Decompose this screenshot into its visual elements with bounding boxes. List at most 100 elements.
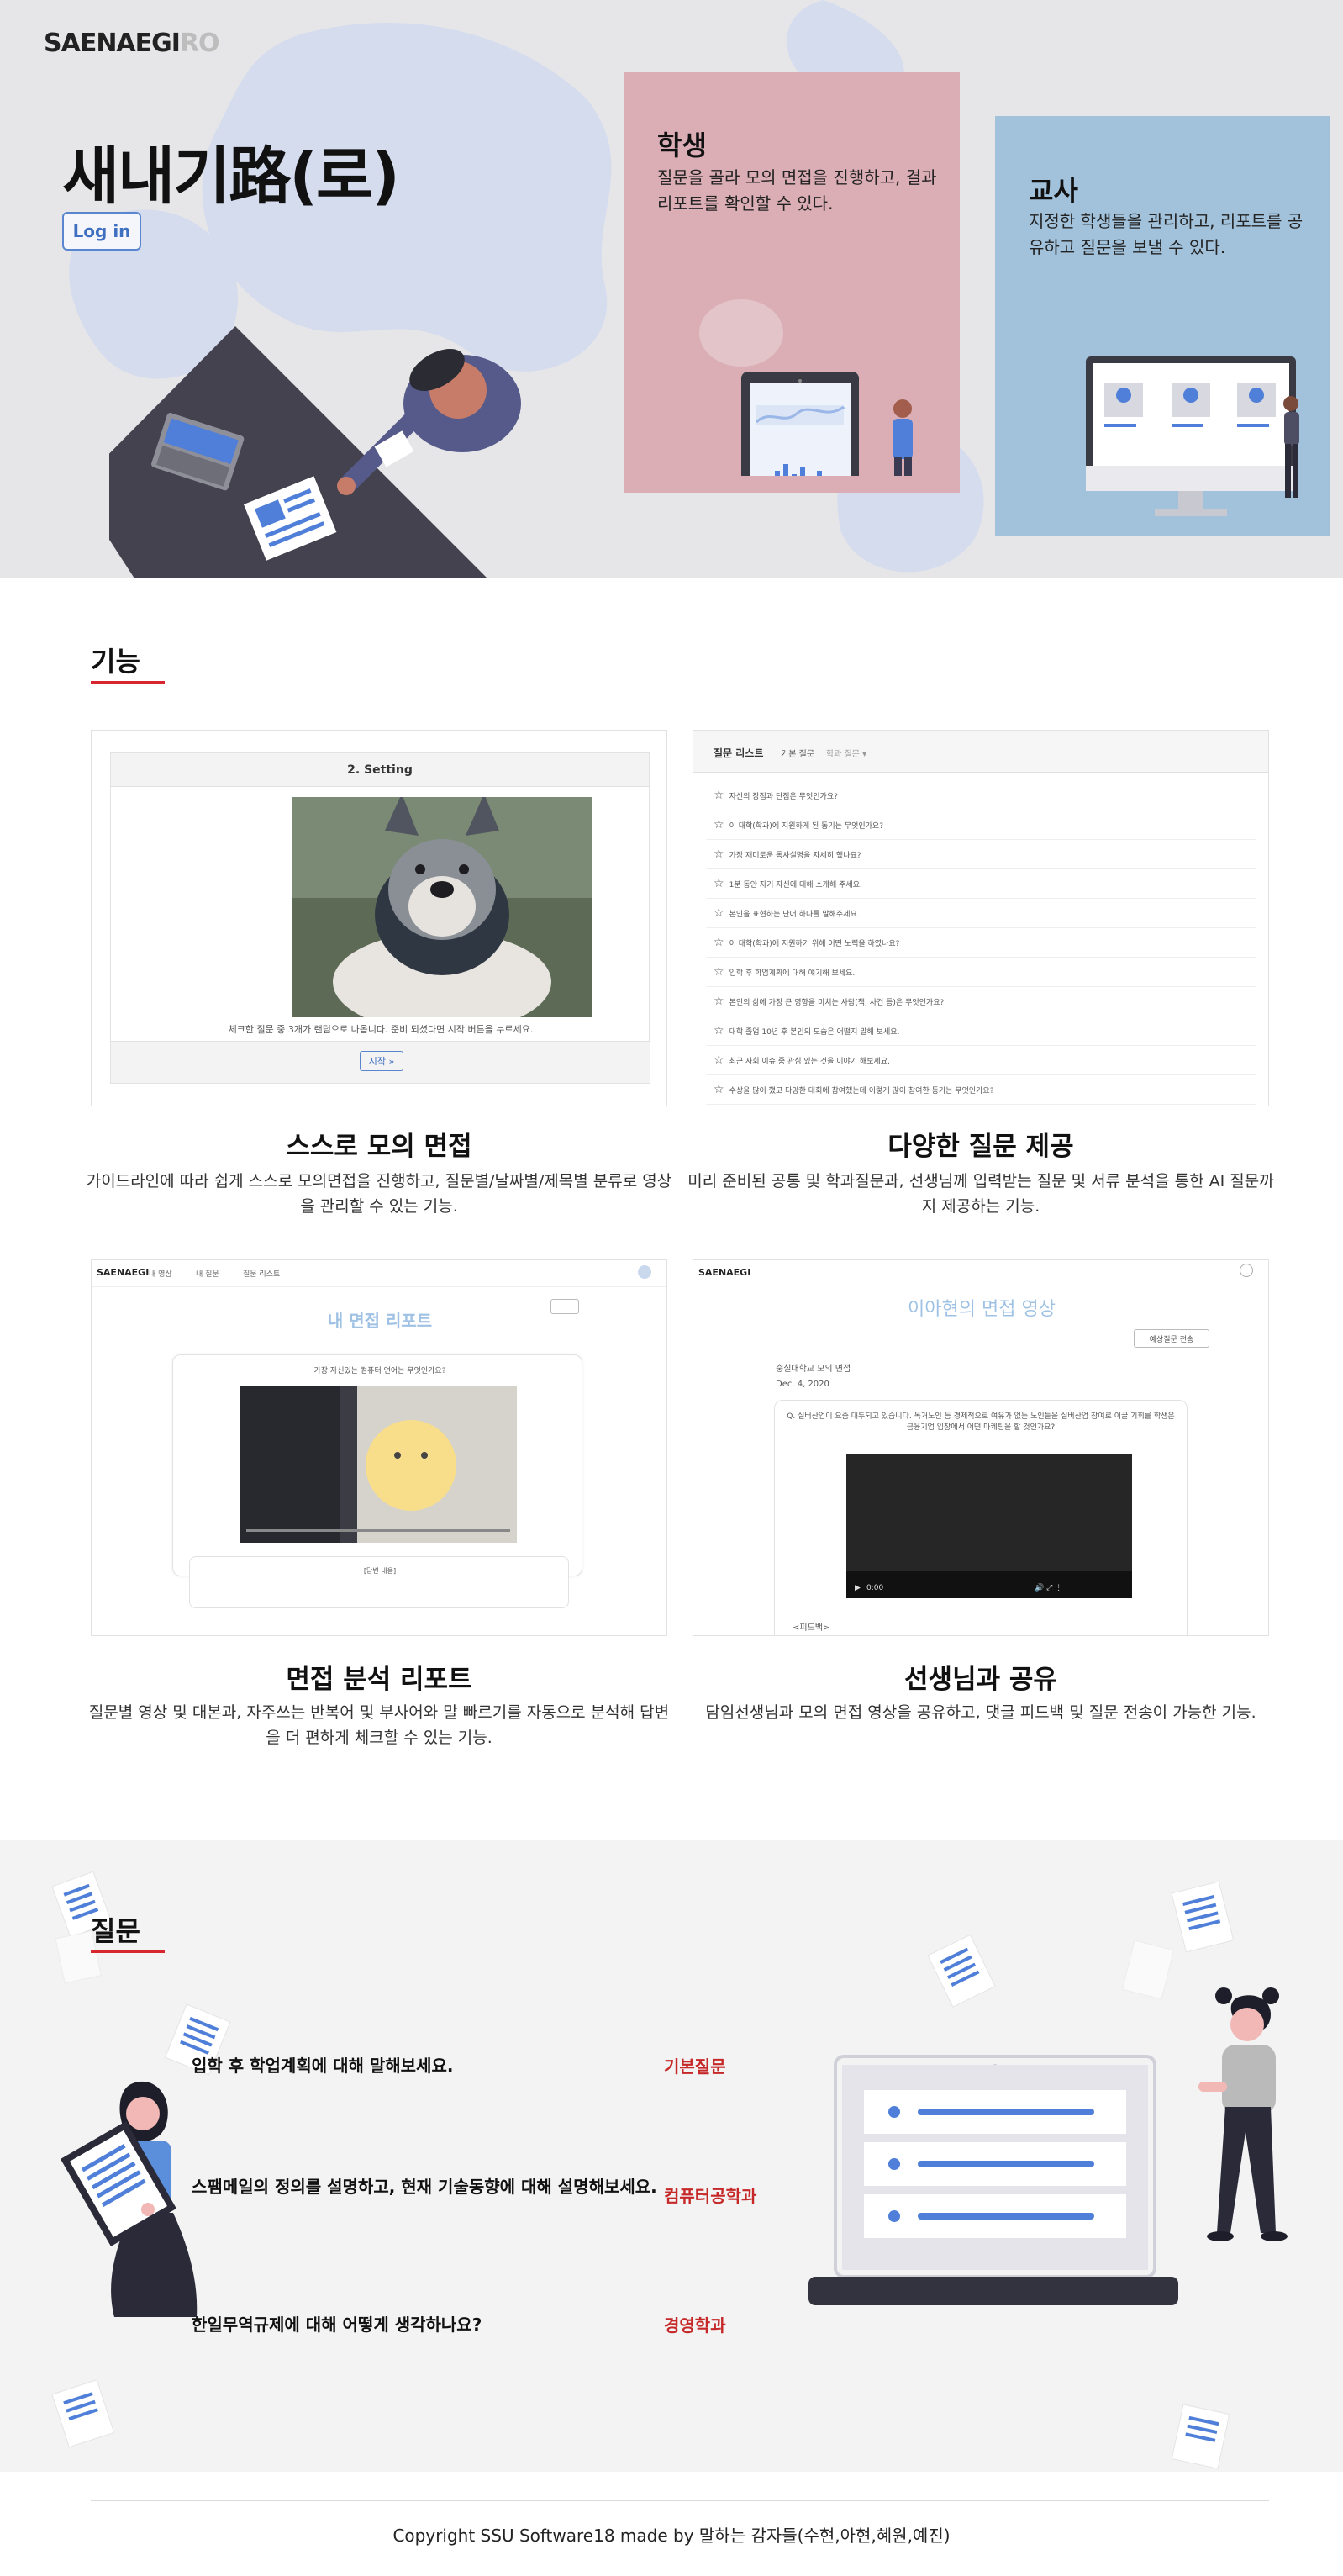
feature-title-2: 다양한 질문 제공 (887, 1132, 1074, 1162)
feature-title-3: 면접 분석 리포트 (286, 1665, 472, 1695)
feature-screenshot-report: SAENAEGI 내 영상 내 질문 질문 리스트 내 면접 리포트 가장 자신… (91, 1259, 667, 1636)
question-list-row-text: 자신의 장점과 단점은 무엇인가요? (729, 792, 838, 801)
features-heading: 기능 (91, 641, 165, 684)
question-list-row[interactable]: ☆ 이 대학(학과)에 지원하기 위해 어떤 노력을 하였나요? (707, 928, 1256, 958)
student-card[interactable]: 학생 질문을 골라 모의 면접을 진행하고, 결과 리포트를 확인할 수 있다.… (624, 72, 960, 493)
star-icon[interactable]: ☆ (714, 847, 724, 861)
questions-heading: 질문 (91, 1910, 165, 1953)
question-list-row-text: 입학 후 학업계획에 대해 얘기해 보세요. (729, 969, 856, 978)
footer-divider (91, 2500, 1269, 2501)
share-title: 이아현의 면접 영상 (908, 1299, 1056, 1320)
report-title: 내 면접 리포트 (327, 1311, 433, 1331)
question-list-row[interactable]: ☆ 본인을 표현하는 단어 하나를 말해주세요. (707, 899, 1256, 928)
report-nav-question-list[interactable]: 질문 리스트 (243, 1268, 280, 1279)
hero-title: 새내기路(로) (62, 140, 400, 213)
star-icon[interactable]: ☆ (714, 906, 724, 920)
star-icon[interactable]: ☆ (714, 1053, 724, 1067)
share-date: Dec. 4, 2020 (776, 1380, 830, 1389)
setting-caption: 체크한 질문 중 3개가 랜덤으로 나옵니다. 준비 되셨다면 시작 버튼을 누… (228, 1024, 534, 1035)
question-list-row[interactable]: ☆ 최근 사회 이슈 중 관심 있는 것을 이야기 해보세요. (707, 1046, 1256, 1075)
student-card-desc: 질문을 골라 모의 면접을 진행하고, 결과 리포트를 확인할 수 있다. (657, 167, 937, 214)
teacher-card-desc: 지정한 학생들을 관리하고, 리포트를 공유하고 질문을 보낼 수 있다. (1029, 211, 1304, 257)
desk-illustration (109, 326, 521, 578)
feature-desc-3: 질문별 영상 및 대본과, 자주쓰는 반복어 및 부사어와 말 빠르기를 자동으… (88, 1703, 670, 1747)
star-icon[interactable]: ☆ (714, 1024, 724, 1037)
question-list-title: 질문 리스트 (714, 747, 764, 759)
feature-desc-1: 가이드라인에 따라 쉽게 스스로 모의면접을 진행하고, 질문별/날짜별/제목별… (86, 1172, 672, 1216)
report-nav-videos[interactable]: 내 영상 (149, 1268, 172, 1279)
question-list-row[interactable]: ☆ 가장 재미로운 동사설명을 자세히 했나요? (707, 840, 1256, 869)
copyright-text: Copyright SSU Software18 made by 말하는 감자들… (392, 2526, 951, 2546)
question-list-row-text: 대학 졸업 10년 후 본인의 모습은 어떨지 말해 보세요. (729, 1027, 900, 1037)
user-icon[interactable] (638, 1265, 651, 1279)
feature-desc-4: 담임선생님과 모의 면접 영상을 공유하고, 댓글 피드백 및 질문 전송이 가… (705, 1703, 1256, 1722)
question-category-2[interactable]: 컴퓨터공학과 (664, 2183, 756, 2207)
question-list-row[interactable]: ☆ 1분 동안 자기 자신에 대해 소개해 주세요. (707, 869, 1256, 899)
report-question: 가장 자신있는 컴퓨터 언어는 무엇인가요? (313, 1367, 446, 1375)
question-list-row[interactable]: ☆ 본인의 삶에 가장 큰 영향을 미치는 사람(책, 사건 등)은 무엇인가요? (707, 987, 1256, 1016)
svg-text:▶: ▶ (855, 1584, 861, 1592)
tab-dept-questions[interactable]: 학과 질문 ▾ (826, 747, 866, 759)
webcam-preview-image (292, 797, 592, 1017)
star-icon[interactable]: ☆ (714, 1083, 724, 1096)
send-question-button[interactable]: 예상질문 전송 (1134, 1329, 1209, 1348)
question-list-row[interactable]: ☆ 이 대학(학과)에 지원하게 된 동기는 무엇인가요? (707, 810, 1256, 840)
question-list-row-text: 본인을 표현하는 단어 하나를 말해주세요. (729, 910, 860, 919)
user-icon[interactable] (1240, 1264, 1253, 1277)
question-list-row-text: 1분 동안 자기 자신에 대해 소개해 주세요. (729, 880, 862, 889)
question-list-row[interactable]: ☆ 수상을 많이 했고 다양한 대회에 참여했는데 이렇게 많이 참여한 동기는 … (707, 1075, 1256, 1105)
share-feedback-label: <피드백> (793, 1623, 830, 1633)
report-nav-questions[interactable]: 내 질문 (196, 1268, 219, 1279)
tablet-illustration: ✕ (699, 299, 913, 476)
share-school: 숭실대학교 모의 면접 (776, 1365, 851, 1374)
report-script-label: [답변 내용] (363, 1567, 397, 1575)
woman-with-document-illustration (61, 2081, 198, 2317)
tab-basic-questions[interactable]: 기본 질문 (781, 747, 814, 759)
share-video-player[interactable]: ▶ 🔊 ⤢ ⋮ (846, 1454, 1132, 1598)
star-icon[interactable]: ☆ (714, 936, 724, 949)
question-list-row[interactable]: ☆ 자신의 장점과 단점은 무엇인가요? (707, 781, 1256, 810)
laptop-woman-illustration (808, 1987, 1288, 2305)
feature-desc-2: 미리 준비된 공통 및 학과질문과, 선생님께 입력받는 질문 및 서류 분석을… (687, 1172, 1274, 1216)
star-icon[interactable]: ☆ (714, 818, 724, 831)
setting-header: 2. Setting (111, 753, 649, 787)
feature-screenshot-share: SAENAEGI 이아현의 면접 영상 예상질문 전송 숭실대학교 모의 면접 … (693, 1259, 1269, 1636)
hero-section: SAENAEGIRO 새내기路(로) Log in 학생 질문을 골라 모의 면… (0, 0, 1343, 578)
question-list-row-text: 이 대학(학과)에 지원하게 된 동기는 무엇인가요? (729, 821, 883, 831)
question-list-row-text: 가장 재미로운 동사설명을 자세히 했나요? (729, 851, 861, 860)
question-category-3[interactable]: 경영학과 (664, 2312, 726, 2336)
questions-section: 질문 입학 후 학업계획에 대해 말해보세요. 기본질문 스팸메일의 정의를 설… (0, 1840, 1343, 2472)
question-item-2: 스팸메일의 정의를 설명하고, 현재 기술동향에 대해 설명해보세요. (192, 2177, 657, 2197)
feature-title-4: 선생님과 공유 (904, 1665, 1057, 1695)
share-brand: SAENAEGI (698, 1267, 751, 1278)
question-list-row[interactable]: ☆ 대학 졸업 10년 후 본인의 모습은 어떨지 말해 보세요. (707, 1016, 1256, 1046)
question-list-row-text: 이 대학(학과)에 지원하기 위해 어떤 노력을 하였나요? (729, 939, 900, 948)
star-icon[interactable]: ☆ (714, 965, 724, 979)
monitor-illustration (1086, 356, 1299, 516)
share-question: Q. 실버산업이 요즘 대두되고 있습니다. 독거노인 등 경제적으로 여유가 … (787, 1412, 1175, 1432)
svg-text:🔊 ⤢ ⋮: 🔊 ⤢ ⋮ (1035, 1582, 1062, 1592)
question-item-3: 한일무역규제에 대해 어떻게 생각하나요? (192, 2315, 482, 2335)
share-video-time: 0:00 (866, 1584, 884, 1592)
question-rows: ☆ 자신의 장점과 단점은 무엇인가요? ☆ 이 대학(학과)에 지원하게 된 동기는… (707, 781, 1256, 1105)
teacher-card[interactable]: 교사 지정한 학생들을 관리하고, 리포트를 공유하고 질문을 보낼 수 있다. (995, 116, 1330, 536)
question-list-row-text: 본인의 삶에 가장 큰 영향을 미치는 사람(책, 사건 등)은 무엇인가요? (729, 998, 945, 1007)
start-button[interactable]: 시작 » (360, 1051, 403, 1071)
feature-screenshot-question-list: 질문 리스트 기본 질문 학과 질문 ▾ ☆ 자신의 장점과 단점은 무엇인가요?… (693, 730, 1269, 1106)
feature-title-1: 스스로 모의 면접 (286, 1132, 472, 1162)
brand-logo[interactable]: SAENAEGIRO (44, 29, 220, 58)
question-item-1: 입학 후 학업계획에 대해 말해보세요. (192, 2056, 454, 2076)
login-button[interactable]: Log in (62, 212, 141, 251)
star-icon[interactable]: ☆ (714, 877, 724, 890)
report-video-player[interactable] (240, 1386, 517, 1543)
star-icon[interactable]: ☆ (714, 789, 724, 802)
question-list-row-text: 최근 사회 이슈 중 관심 있는 것을 이야기 해보세요. (729, 1057, 890, 1066)
question-list-row[interactable]: ☆ 입학 후 학업계획에 대해 얘기해 보세요. (707, 958, 1256, 987)
question-category-1[interactable]: 기본질문 (664, 2053, 726, 2077)
report-brand: SAENAEGI (97, 1267, 150, 1278)
star-icon[interactable]: ☆ (714, 995, 724, 1008)
question-list-row-text: 수상을 많이 했고 다양한 대회에 참여했는데 이렇게 많이 참여한 동기는 무… (729, 1086, 994, 1095)
student-card-title: 학생 (657, 129, 707, 161)
teacher-card-title: 교사 (1029, 175, 1078, 207)
feature-screenshot-setting: 2. Setting 체크한 질문 중 3개가 랜덤으로 나옵니다. 준비 되셨… (91, 730, 667, 1106)
